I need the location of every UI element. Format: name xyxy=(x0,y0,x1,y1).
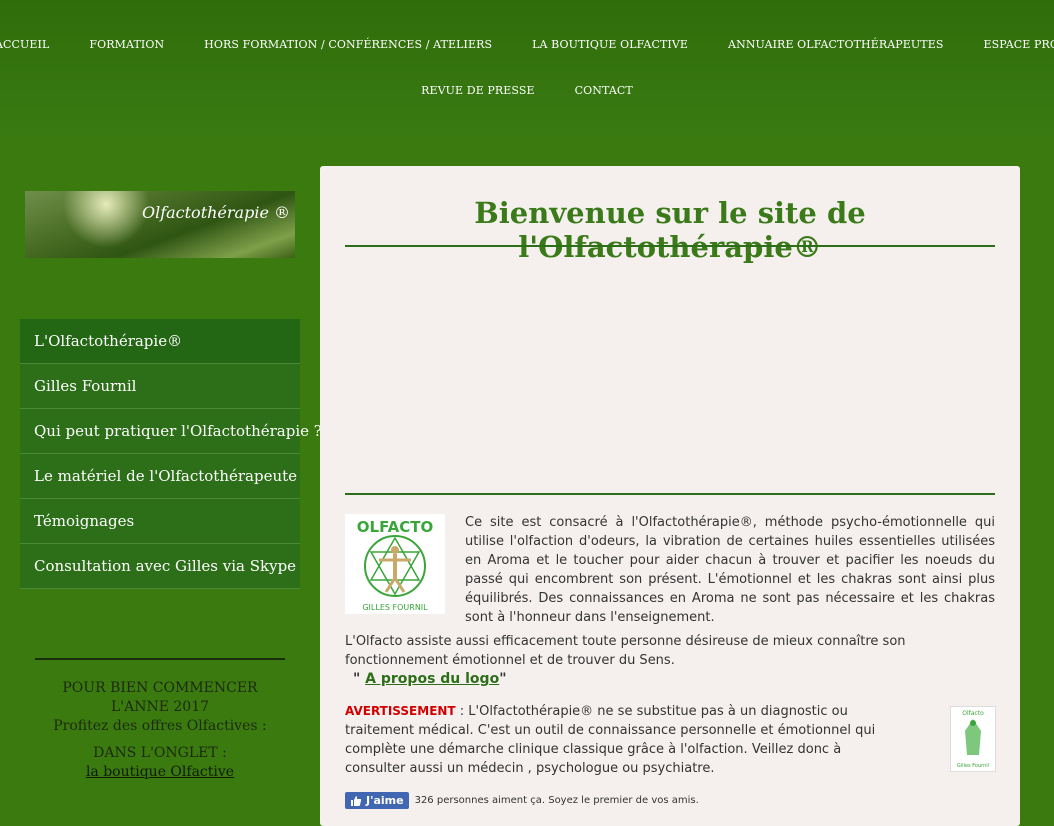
small-logo-bottom: Gilles Fournil xyxy=(957,763,989,769)
page-title: Bienvenue sur le site de l'Olfactothérap… xyxy=(474,196,866,264)
facebook-like-widget: J'aime 326 personnes aiment ça. Soyez le… xyxy=(345,792,699,809)
thumbs-up-icon xyxy=(351,795,362,806)
nav-accueil[interactable]: ACCUEIL xyxy=(0,38,49,51)
promo-line-1: POUR BIEN COMMENCER xyxy=(62,680,258,696)
small-logo-top: Olfacto xyxy=(962,710,984,717)
sidebar-item-materiel[interactable]: Le matériel de l'Olfactothérapeute xyxy=(20,454,300,499)
brand-banner[interactable]: Olfactothérapie ® xyxy=(25,191,295,258)
sidebar-divider xyxy=(35,658,285,660)
nav-revue-de-presse[interactable]: REVUE DE PRESSE xyxy=(421,84,535,97)
top-navigation: ACCUEIL FORMATION HORS FORMATION / CONFÉ… xyxy=(0,0,1054,135)
promo-line-3: Profitez des offres Olfactives : xyxy=(53,718,267,734)
logo-text-bottom: GILLES FOURNIL xyxy=(362,603,428,612)
intro-paragraph-2: L'Olfacto assiste aussi efficacement tou… xyxy=(345,634,906,668)
nav-boutique[interactable]: LA BOUTIQUE OLFACTIVE xyxy=(532,38,688,51)
logo-text-top: OLFACTO xyxy=(357,518,433,536)
sidebar-promo: POUR BIEN COMMENCER L'ANNE 2017 Profitez… xyxy=(20,679,300,782)
sidebar-menu: L'Olfactothérapie® Gilles Fournil Qui pe… xyxy=(20,319,322,589)
facebook-like-count: 326 personnes aiment ça. Soyez le premie… xyxy=(414,795,699,806)
nav-annuaire[interactable]: ANNUAIRE OLFACTOTHÉRAPEUTES xyxy=(728,38,943,51)
nav-formation[interactable]: FORMATION xyxy=(89,38,164,51)
sidebar-item-qui-peut-pratiquer[interactable]: Qui peut pratiquer l'Olfactothérapie ? xyxy=(20,409,322,454)
content-divider xyxy=(345,493,995,495)
title-divider xyxy=(345,245,995,247)
promo-tab-text: DANS L'ONGLET : xyxy=(93,745,227,761)
facebook-like-button[interactable]: J'aime xyxy=(345,792,409,809)
nav-espace-pro[interactable]: ESPACE PRO xyxy=(983,38,1054,51)
nav-row-1: ACCUEIL FORMATION HORS FORMATION / CONFÉ… xyxy=(0,38,1054,51)
promo-line-2: L'ANNE 2017 xyxy=(110,699,210,715)
about-quote-close: " xyxy=(499,671,507,687)
intro-paragraph: Ce site est consacré à l'Olfactothérapie… xyxy=(465,515,995,625)
facebook-like-label: J'aime xyxy=(366,794,404,807)
about-quote-open: " xyxy=(353,671,366,687)
sidebar-item-temoignages[interactable]: Témoignages xyxy=(20,499,300,544)
about-logo-link[interactable]: A propos du logo xyxy=(365,671,499,687)
promo-text: POUR BIEN COMMENCER L'ANNE 2017 Profitez… xyxy=(20,679,300,736)
sidebar-item-gilles-fournil[interactable]: Gilles Fournil xyxy=(20,364,300,409)
promo-tab: DANS L'ONGLET : la boutique Olfactive xyxy=(20,744,300,782)
nav-contact[interactable]: CONTACT xyxy=(575,84,633,97)
brand-title: Olfactothérapie ® xyxy=(141,203,290,222)
sidebar-item-olfactotherapie[interactable]: L'Olfactothérapie® xyxy=(20,319,300,364)
small-logo: Olfacto Gilles Fournil xyxy=(950,706,996,772)
main-content-panel: Bienvenue sur le site de l'Olfactothérap… xyxy=(320,166,1020,826)
about-logo-line: " A propos du logo" xyxy=(353,671,507,687)
promo-boutique-link[interactable]: la boutique Olfactive xyxy=(86,764,234,780)
warning-paragraph: AVERTISSEMENT : L'Olfactothérapie® ne se… xyxy=(345,702,905,778)
sidebar-item-consultation-skype[interactable]: Consultation avec Gilles via Skype xyxy=(20,544,300,589)
nav-row-2: REVUE DE PRESSE CONTACT xyxy=(0,84,1054,97)
nav-hors-formation[interactable]: HORS FORMATION / CONFÉRENCES / ATELIERS xyxy=(204,38,492,51)
warning-label: AVERTISSEMENT xyxy=(345,704,456,718)
olfacto-logo: OLFACTO GILLES FOURNIL xyxy=(345,514,445,614)
